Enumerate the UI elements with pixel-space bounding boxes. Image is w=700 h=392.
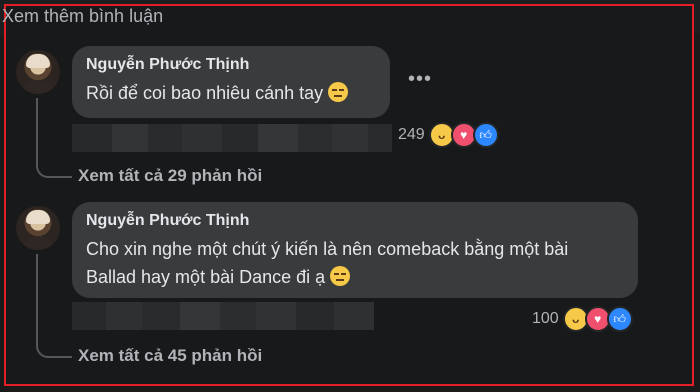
reaction-count: 100: [532, 310, 559, 327]
comment-text-content: Ballad hay một bài Dance đi ạ: [86, 267, 326, 287]
thread-connector: [36, 98, 72, 178]
comment-text: Rồi để coi bao nhiêu cánh tay: [86, 79, 376, 107]
more-options-icon[interactable]: •••: [408, 68, 432, 91]
comment-bubble-2: Nguyễn Phước Thịnh Cho xin nghe một chút…: [72, 202, 638, 298]
comment-bubble-1: Nguyễn Phước Thịnh Rồi để coi bao nhiêu …: [72, 46, 390, 118]
avatar-hair: [26, 210, 50, 224]
reaction-summary[interactable]: 100 ᴗ ♥ 👍︎: [532, 306, 633, 332]
avatar-body: [22, 80, 54, 94]
view-replies-link[interactable]: Xem tất cả 45 phản hồi: [78, 346, 262, 366]
avatar[interactable]: [16, 50, 60, 94]
comment-author[interactable]: Nguyễn Phước Thịnh: [86, 56, 376, 74]
reaction-count: 249: [398, 126, 425, 143]
blurred-action-row: [72, 302, 374, 330]
like-reaction-icon: 👍︎: [472, 122, 499, 148]
avatar-body: [22, 236, 54, 250]
like-reaction-icon: 👍︎: [606, 306, 633, 332]
avatar-hair: [26, 54, 50, 68]
view-replies-link[interactable]: Xem tất cả 29 phản hồi: [78, 166, 262, 186]
expressionless-face-icon: [330, 266, 351, 286]
see-more-comments-link[interactable]: Xem thêm bình luận: [2, 6, 163, 27]
thread-connector: [36, 254, 72, 358]
comment-text-line-1: Cho xin nghe một chút ý kiến là nên come…: [86, 239, 569, 259]
reaction-summary[interactable]: 249 ᴗ ♥ 👍︎: [398, 122, 499, 148]
comment-text-content: Rồi để coi bao nhiêu cánh tay: [86, 83, 324, 103]
avatar[interactable]: [16, 206, 60, 250]
comment-author[interactable]: Nguyễn Phước Thịnh: [86, 212, 624, 230]
smirking-face-icon: [328, 82, 349, 102]
comment-text-line-2: Ballad hay một bài Dance đi ạ: [86, 263, 624, 291]
blurred-action-row: [72, 124, 392, 152]
